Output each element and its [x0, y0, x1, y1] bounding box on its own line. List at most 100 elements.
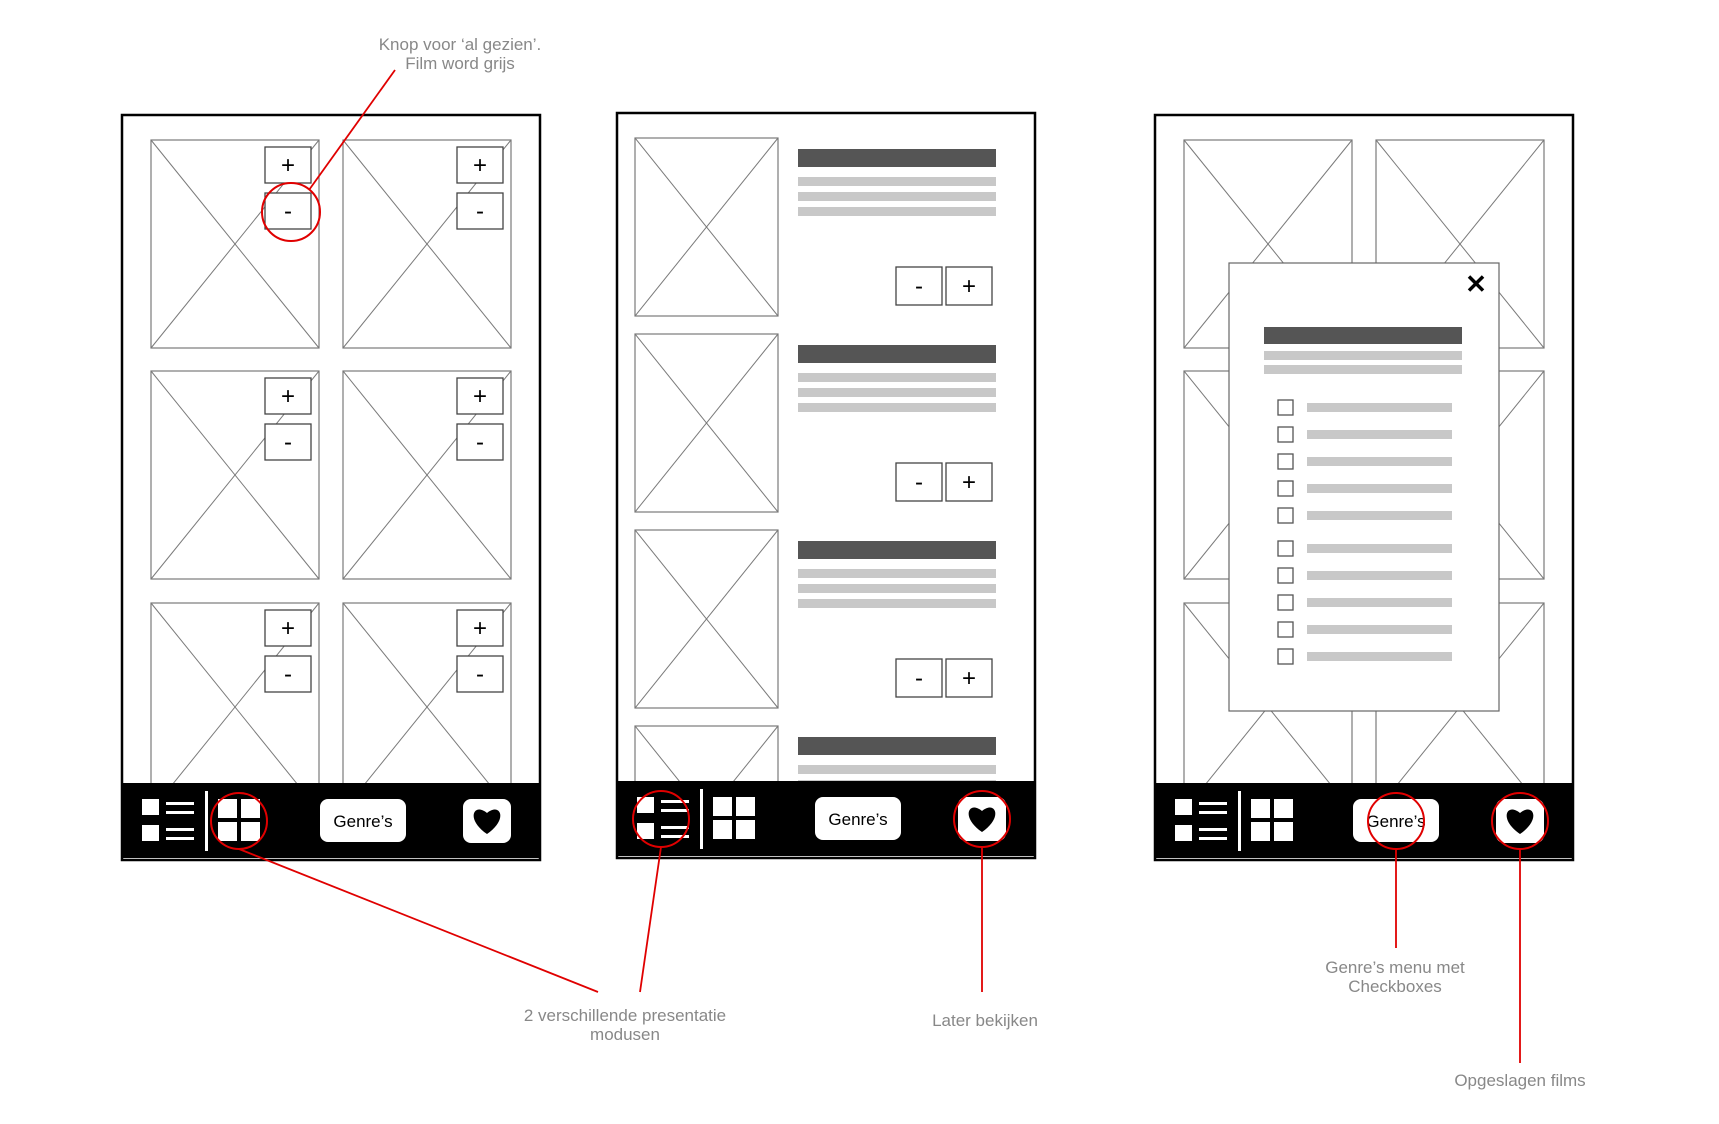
genre-checkbox[interactable] [1277, 507, 1294, 524]
list-icon-square [637, 797, 654, 813]
genre-checkbox[interactable] [1277, 426, 1294, 443]
movie-card[interactable]: +- [150, 139, 320, 349]
seen-button[interactable]: - [264, 655, 312, 693]
saved-films-button[interactable] [463, 799, 511, 843]
screen-list-view: - + - + - + - + Genre’s [615, 111, 1037, 893]
genres-button-label: Genre’s [828, 810, 887, 829]
movie-card[interactable]: +- [342, 602, 512, 811]
annotation-watch-later: Later bekijken [932, 1011, 1038, 1030]
seen-button[interactable]: - [456, 423, 504, 461]
list-icon-line [166, 828, 194, 831]
movie-description-line [798, 192, 996, 201]
genres-button[interactable]: Genre’s [320, 799, 406, 842]
genre-label-line [1307, 625, 1452, 634]
genre-label-line [1307, 430, 1452, 439]
genre-label-line [1307, 544, 1452, 553]
seen-button-label: - [476, 198, 484, 225]
list-icon-line [1199, 828, 1227, 831]
seen-button-frame [896, 855, 942, 893]
genre-checkbox[interactable] [1277, 594, 1294, 611]
presentation-mode-pointer [238, 848, 599, 993]
seen-button[interactable]: - [896, 855, 942, 893]
add-button-label: + [281, 152, 295, 179]
list-icon-square [142, 825, 159, 841]
seen-button-label: - [476, 661, 484, 688]
grid-icon-square [713, 820, 732, 839]
screen-grid-view: +-+-+-+-+-+-Genre’s [120, 113, 542, 862]
list-icon-line [166, 802, 194, 805]
saved-films-button[interactable] [1496, 799, 1544, 843]
seen-button-label: - [284, 198, 292, 225]
movie-card[interactable]: +- [342, 139, 512, 349]
wireframe-diagram: + - + - + - + - + - + - Genre’s - + - + - + - + Genre’s ✕ Genre… [0, 0, 1719, 1119]
seen-button[interactable]: - [895, 658, 943, 698]
seen-button-label: - [284, 429, 292, 456]
close-icon[interactable]: ✕ [1465, 269, 1487, 299]
add-button-label: + [962, 273, 976, 300]
add-button[interactable]: + [264, 146, 312, 184]
movie-title-bar [798, 737, 996, 755]
list-icon-line [1199, 811, 1227, 814]
add-button[interactable]: + [264, 609, 312, 647]
genre-checkbox[interactable] [1277, 621, 1294, 638]
movie-card[interactable]: +- [150, 602, 320, 811]
seen-button[interactable]: - [456, 655, 504, 693]
genre-checkbox[interactable] [1277, 540, 1294, 557]
add-button-label: + [962, 861, 976, 888]
add-button[interactable]: + [264, 377, 312, 415]
add-button[interactable]: + [456, 377, 504, 415]
annotation-genre-menu: Genre’s menu met Checkboxes [1325, 958, 1465, 996]
seen-button[interactable]: - [264, 423, 312, 461]
genres-button[interactable]: Genre’s [815, 797, 901, 840]
genre-checkbox[interactable] [1277, 567, 1294, 584]
list-icon-line [166, 837, 194, 840]
seen-button[interactable]: - [456, 192, 504, 230]
bottom-nav: Genre’s [122, 783, 540, 858]
add-button[interactable]: + [456, 146, 504, 184]
grid-icon-square [736, 820, 755, 839]
grid-icon-square [218, 822, 237, 841]
movie-card[interactable]: +- [150, 370, 320, 580]
add-button[interactable]: + [946, 855, 992, 893]
grid-icon-square [241, 799, 260, 818]
list-icon-line [166, 811, 194, 814]
genre-checkbox[interactable] [1277, 399, 1294, 416]
movie-description-line [798, 207, 996, 216]
list-icon-square [1175, 799, 1192, 815]
seen-button[interactable]: - [895, 266, 943, 306]
add-button[interactable]: + [456, 609, 504, 647]
genre-label-line [1307, 511, 1452, 520]
movie-card[interactable]: +- [342, 370, 512, 580]
add-button-frame [946, 855, 992, 893]
movie-title-bar [798, 541, 996, 559]
genres-button-label: Genre’s [333, 812, 392, 831]
image-placeholder [634, 333, 779, 513]
list-icon-square [142, 799, 159, 815]
add-button[interactable]: + [945, 658, 993, 698]
movie-description-line [798, 177, 996, 186]
add-button[interactable]: + [945, 266, 993, 306]
genre-checkbox[interactable] [1277, 648, 1294, 665]
nav-divider [1238, 791, 1241, 851]
add-button-label: + [473, 383, 487, 410]
grid-icon-square [713, 797, 732, 816]
nav-divider [205, 791, 208, 851]
genre-label-line [1307, 403, 1452, 412]
genres-button[interactable]: Genre’s [1353, 799, 1439, 842]
seen-button-label: - [284, 661, 292, 688]
movie-title-bar [798, 149, 996, 167]
add-button-label: + [962, 665, 976, 692]
saved-films-button[interactable] [958, 797, 1006, 841]
seen-button[interactable]: - [895, 462, 943, 502]
add-button-label: + [281, 383, 295, 410]
add-button-label: + [473, 615, 487, 642]
seen-button[interactable]: - [264, 192, 312, 230]
add-button-label: + [473, 152, 487, 179]
add-button[interactable]: + [945, 462, 993, 502]
grid-icon-square [1251, 822, 1270, 841]
genre-checkbox[interactable] [1277, 480, 1294, 497]
image-placeholder [634, 137, 779, 317]
genre-checkbox[interactable] [1277, 453, 1294, 470]
movie-description-line [798, 765, 996, 774]
genre-modal-title-bar [1264, 327, 1462, 344]
